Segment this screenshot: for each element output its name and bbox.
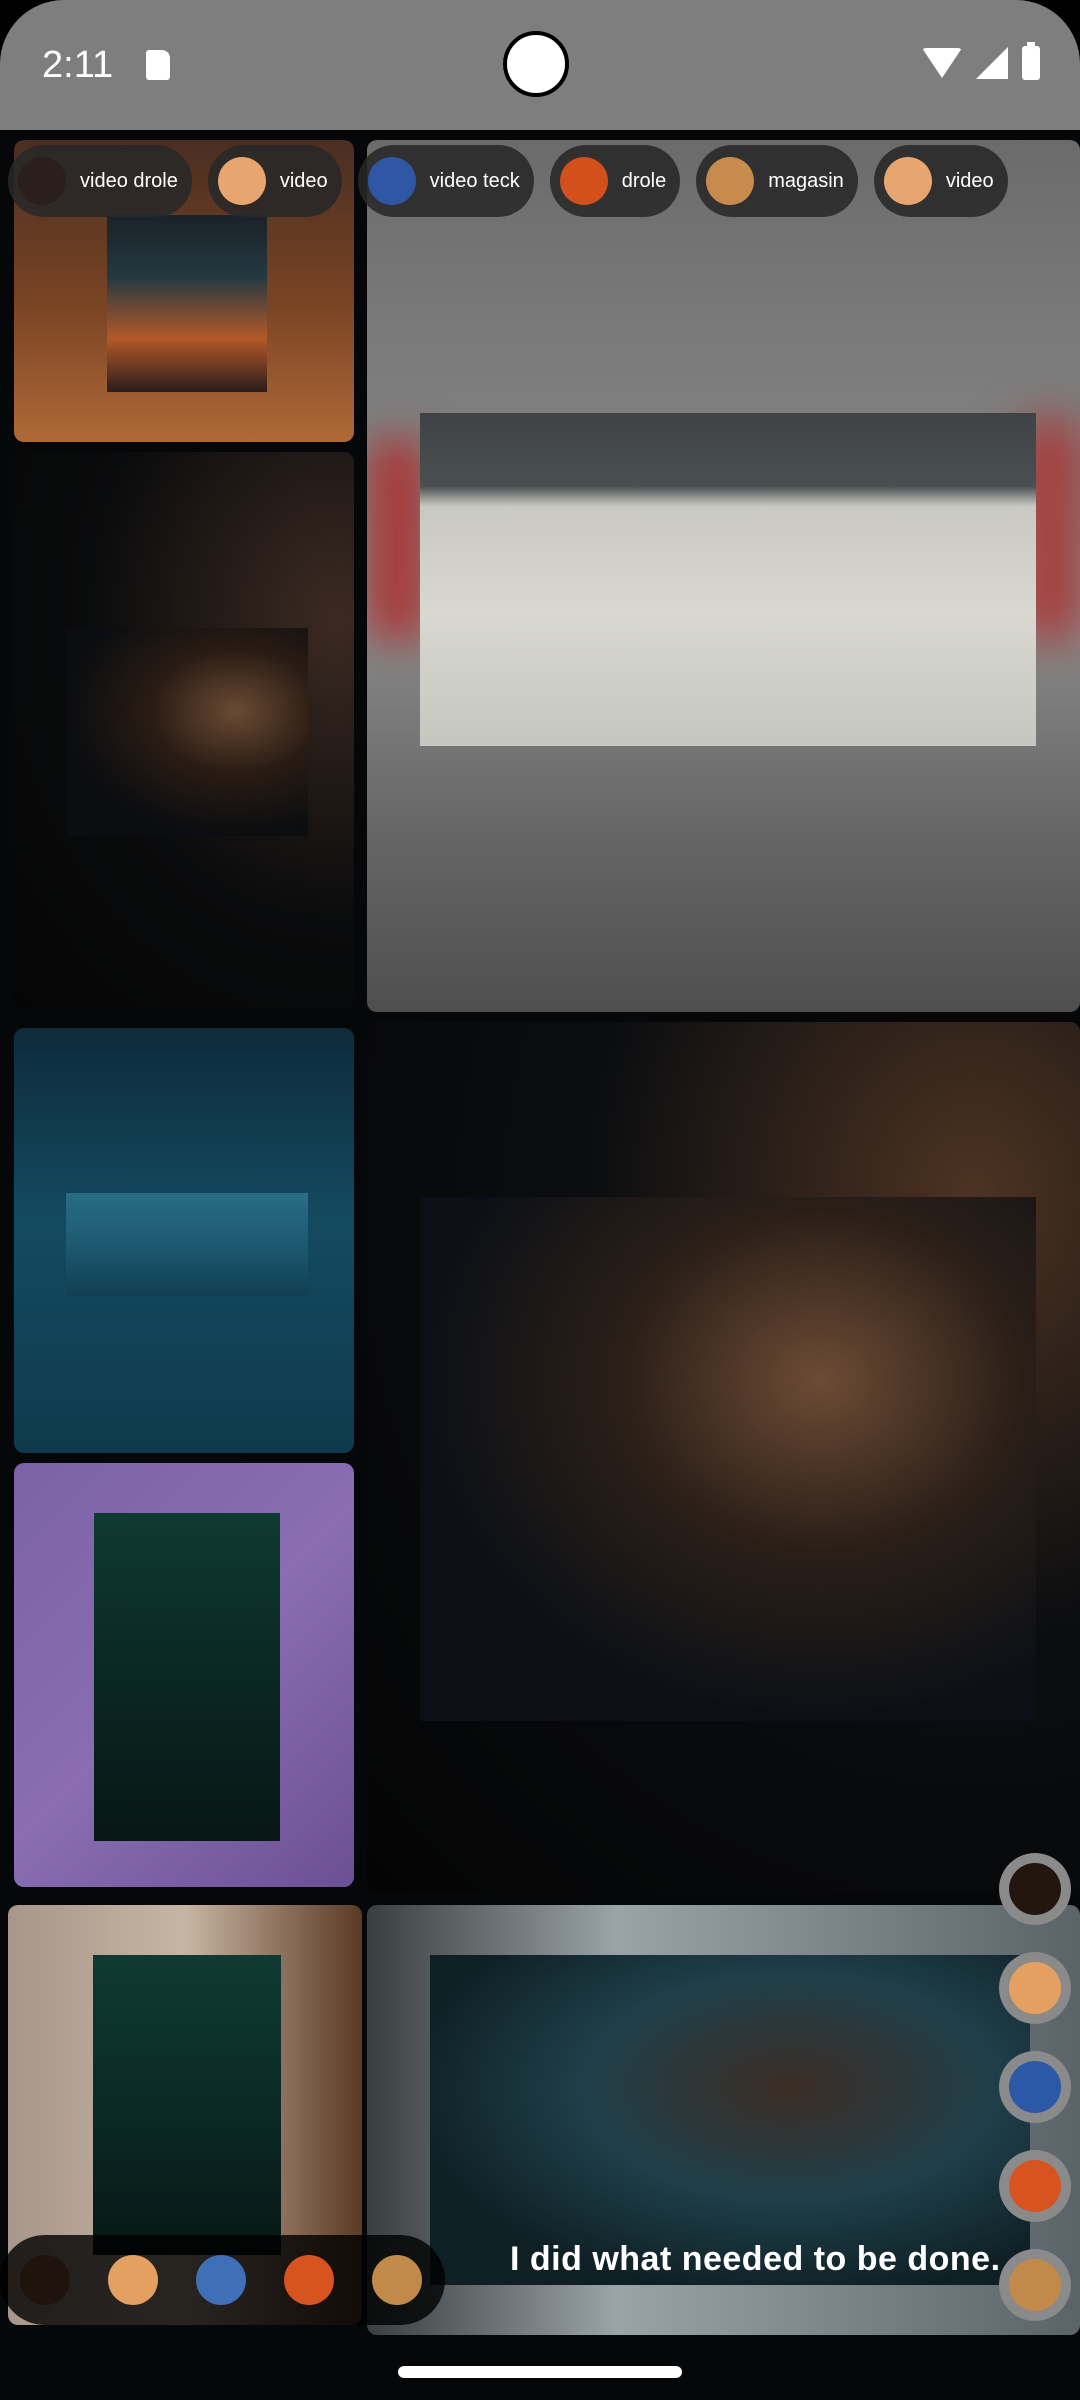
right-rail [999, 1853, 1079, 2348]
screen: 2:11 I did what needed to be done. video… [0, 0, 1080, 2400]
chip-label: video [945, 169, 994, 192]
chip-drole[interactable]: drole [549, 145, 681, 217]
chip-label: video [279, 169, 328, 192]
dock-item[interactable] [196, 2255, 246, 2305]
media-tile-woman-large[interactable] [367, 1022, 1080, 1892]
battery-icon [1022, 42, 1040, 80]
woman-thumbnail [66, 628, 308, 836]
desk-thumbnail [107, 215, 267, 392]
rail-thumb [1009, 2061, 1061, 2113]
chip-label: drole [621, 169, 667, 192]
media-tile-underwater[interactable] [14, 1028, 354, 1453]
dock-item[interactable] [372, 2255, 422, 2305]
bottom-dock [0, 2235, 445, 2325]
wifi-icon [922, 48, 962, 78]
chip-magasin[interactable]: magasin [696, 145, 858, 217]
chip-video[interactable]: video [207, 145, 342, 217]
underwater-thumbnail [66, 1193, 308, 1296]
dock-item[interactable] [20, 2255, 70, 2305]
curtain-thumbnail [420, 413, 1036, 746]
rail-button[interactable] [999, 1853, 1071, 1925]
clock: 2:11 [42, 44, 114, 86]
chip-video-drole[interactable]: video drole [8, 145, 192, 217]
media-tile-man-purple[interactable] [14, 1463, 354, 1887]
chip-video-teck[interactable]: video teck [357, 145, 534, 217]
category-chips: video drole video video teck drole magas… [8, 145, 1008, 217]
chip-thumb [883, 157, 932, 205]
front-camera [503, 31, 569, 97]
media-tile-curtain[interactable] [367, 140, 1080, 1012]
rail-button[interactable] [999, 1952, 1071, 2024]
red-glow [367, 440, 427, 640]
rail-button[interactable] [999, 2150, 1071, 2222]
chip-label: magasin [768, 169, 844, 192]
rail-thumb [1009, 2160, 1061, 2212]
sd-card-icon [146, 50, 170, 80]
rail-thumb [1009, 1962, 1061, 2014]
media-tile-woman[interactable] [14, 452, 354, 1008]
rail-button[interactable] [999, 2051, 1071, 2123]
man-beige-thumbnail [93, 1955, 281, 2255]
chip-thumb [18, 157, 66, 205]
rail-thumb [1009, 2259, 1061, 2311]
signal-icon [976, 47, 1008, 79]
subtitle-thumbnail [430, 1955, 1030, 2285]
home-indicator[interactable] [398, 2366, 682, 2378]
system-icons [922, 42, 1040, 80]
dock-item[interactable] [284, 2255, 334, 2305]
status-bar: 2:11 [0, 0, 1080, 130]
chip-video-2[interactable]: video [873, 145, 1008, 217]
rail-button[interactable] [999, 2249, 1071, 2321]
subtitle-text: I did what needed to be done. [510, 2240, 1001, 2278]
dock-item[interactable] [108, 2255, 158, 2305]
chip-thumb [217, 157, 266, 205]
woman-large-thumbnail [420, 1197, 1036, 1721]
chip-thumb [559, 157, 608, 205]
chip-thumb [367, 157, 416, 205]
man-thumbnail [94, 1513, 280, 1841]
rail-thumb [1009, 1863, 1061, 1915]
chip-thumb [706, 157, 755, 205]
chip-label: video drole [80, 169, 178, 192]
chip-label: video teck [429, 169, 520, 192]
